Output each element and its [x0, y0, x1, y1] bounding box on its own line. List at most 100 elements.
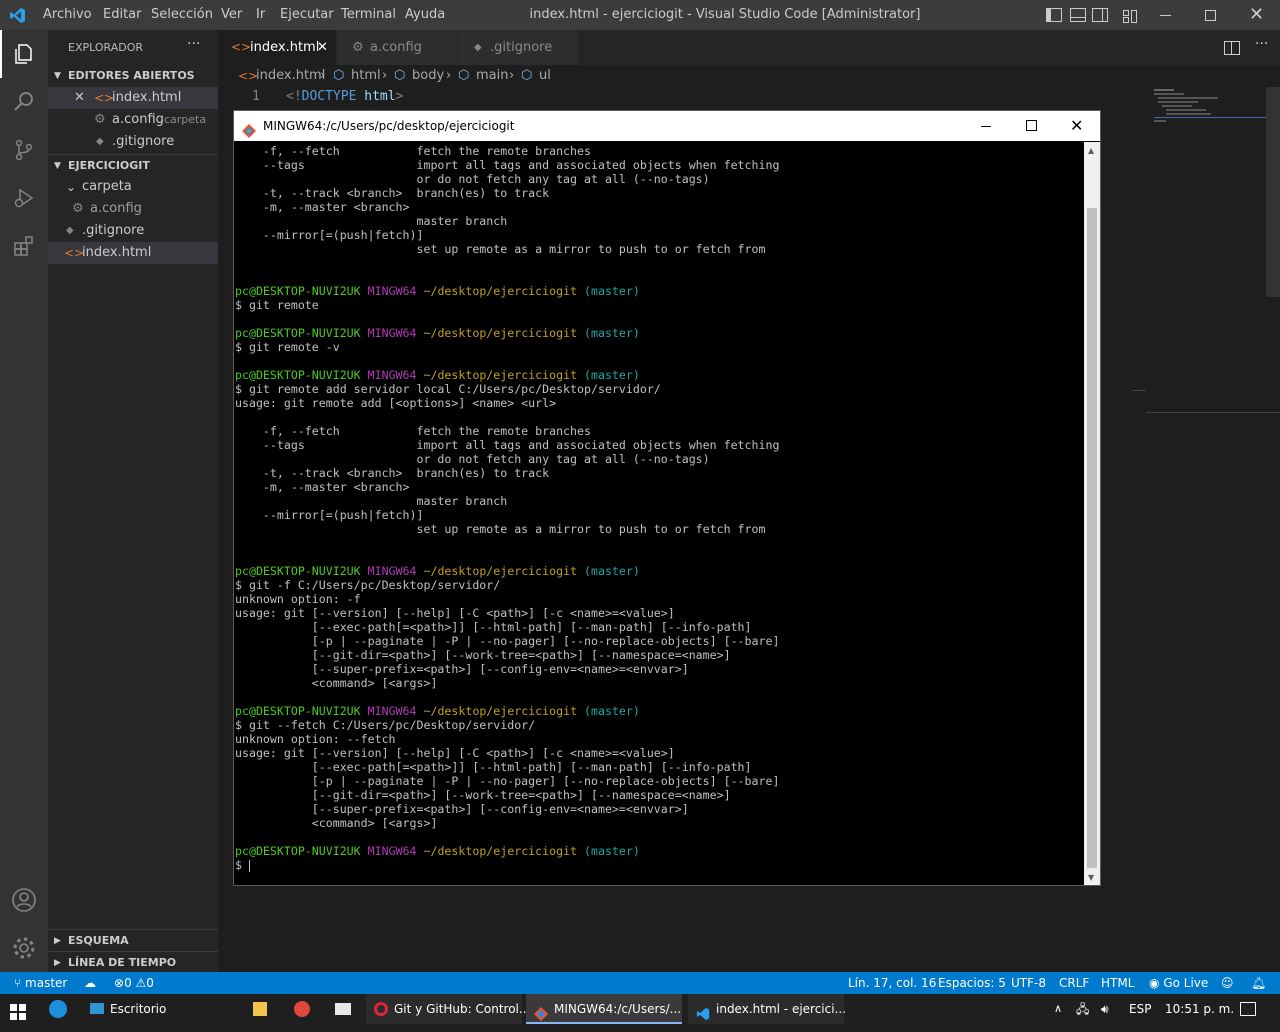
encoding[interactable]: UTF-8 — [1011, 972, 1046, 994]
tab-a-config[interactable]: ⚙ a.config — [337, 30, 457, 65]
menu-ir[interactable]: Ir — [256, 0, 265, 30]
tree-file-a-config[interactable]: ⚙ a.config — [48, 198, 218, 220]
settings-gear-icon[interactable] — [0, 924, 48, 972]
toggle-panel-icon[interactable] — [1070, 8, 1086, 22]
taskbar-opera-git-github[interactable]: Git y GitHub: Control... — [366, 994, 530, 1024]
folder-section-ejerciciogit[interactable]: ▼ EJERCICIOGIT — [48, 154, 218, 177]
clock[interactable]: 10:51 p. m. — [1165, 994, 1234, 1024]
scroll-up-icon[interactable]: ▲ — [1088, 146, 1094, 155]
more-actions-icon[interactable]: ··· — [187, 36, 200, 52]
accounts-icon[interactable] — [0, 876, 48, 924]
tree-file-gitignore[interactable]: ◆ .gitignore — [48, 220, 218, 242]
go-live-button[interactable]: ◉ Go Live — [1149, 972, 1208, 994]
menu-ayuda[interactable]: Ayuda — [405, 0, 445, 30]
minimize-icon[interactable] — [1160, 15, 1171, 16]
line-ending[interactable]: CRLF — [1059, 972, 1089, 994]
tab-gitignore[interactable]: ◆ .gitignore — [458, 30, 578, 65]
run-debug-icon[interactable] — [0, 174, 48, 222]
terminal-title-bar[interactable]: MINGW64:/c/Users/pc/desktop/ejerciciogit… — [234, 111, 1100, 141]
close-window-icon[interactable]: ✕ — [1249, 5, 1265, 25]
breadcrumb-item[interactable]: ul — [539, 65, 551, 87]
open-editor-a-config[interactable]: ⚙ a.config carpeta — [48, 109, 218, 131]
taskbar-label: Git y GitHub: Control... — [394, 1002, 531, 1016]
breadcrumb-item[interactable]: index.html — [256, 65, 325, 87]
branch-status[interactable]: ⑂ master — [14, 972, 67, 994]
prompt-segment: (master) — [584, 368, 640, 382]
terminal-output[interactable]: -f, --fetch fetch the remote branches --… — [235, 142, 1083, 885]
menu-editar[interactable]: Editar — [103, 0, 142, 30]
tab-index-html[interactable]: <> index.html ✕ — [218, 30, 336, 65]
customize-layout-icon[interactable] — [1123, 8, 1137, 23]
terminal-line: <command> [<args>] — [235, 676, 438, 690]
timeline-section[interactable]: ▶ LÍNEA DE TIEMPO — [48, 951, 218, 974]
volume-icon[interactable]: 🔊︎ — [1101, 994, 1109, 1024]
taskbar-escritorio[interactable]: Escritorio — [80, 994, 172, 1024]
scrollbar-thumb[interactable] — [1087, 208, 1097, 868]
minimap[interactable] — [1150, 87, 1266, 147]
search-icon[interactable] — [0, 78, 48, 126]
store-icon[interactable] — [253, 1002, 267, 1016]
open-editor-description: carpeta — [164, 113, 207, 126]
editor-scrollbar[interactable] — [1266, 87, 1280, 297]
close-tab-icon[interactable]: ✕ — [317, 30, 328, 65]
close-window-icon[interactable]: ✕ — [1070, 111, 1083, 141]
close-icon[interactable]: ✕ — [74, 87, 85, 109]
action-center-icon[interactable] — [1240, 1002, 1256, 1016]
chrome-icon[interactable] — [294, 1001, 310, 1017]
line-number: 1 — [252, 89, 260, 104]
menu-archivo[interactable]: Archivo — [43, 0, 92, 30]
mail-icon[interactable] — [335, 1003, 351, 1015]
terminal-window[interactable]: MINGW64:/c/Users/pc/desktop/ejerciciogit… — [233, 110, 1101, 886]
chevron-down-icon: ▼ — [54, 71, 61, 81]
more-actions-icon[interactable]: ··· — [1255, 36, 1268, 52]
breadcrumb-item[interactable]: body — [412, 65, 444, 87]
language-mode[interactable]: HTML — [1101, 972, 1134, 994]
input-language[interactable]: ESP — [1129, 994, 1151, 1024]
menu-terminal[interactable]: Terminal — [341, 0, 396, 30]
outline-section[interactable]: ▶ ESQUEMA — [48, 929, 218, 952]
show-hidden-icons-icon[interactable]: ∧ — [1054, 994, 1062, 1024]
prompt-segment — [577, 368, 584, 382]
split-editor-icon[interactable] — [1224, 41, 1240, 55]
open-editor-index-html[interactable]: ✕ <> index.html — [48, 87, 218, 109]
open-editors-section[interactable]: ▼ EDITORES ABIERTOS — [48, 65, 218, 87]
sync-icon[interactable]: ☁ — [84, 972, 96, 994]
taskbar-vscode[interactable]: index.html - ejercici... — [688, 994, 846, 1024]
prompt-segment: (master) — [584, 704, 640, 718]
menu-ver[interactable]: Ver — [221, 0, 242, 30]
prompt-segment — [577, 704, 584, 718]
problems-status[interactable]: ⊗0 ⚠0 — [114, 972, 154, 994]
tree-file-index-html[interactable]: <> index.html — [48, 242, 218, 264]
extensions-icon[interactable] — [0, 222, 48, 270]
restore-icon[interactable] — [1205, 10, 1216, 21]
menu-seleccion[interactable]: Selección — [151, 0, 213, 30]
terminal-line: --mirror[=(push|fetch)] — [235, 228, 424, 242]
notifications-bell-icon[interactable]: 🔔︎ — [1251, 972, 1266, 994]
taskbar-mingw64[interactable]: MINGW64:/c/Users/... — [526, 994, 682, 1024]
menu-ejecutar[interactable]: Ejecutar — [280, 0, 334, 30]
terminal-line: <command> [<args>] — [235, 816, 438, 830]
breadcrumb-item[interactable]: main — [476, 65, 508, 87]
indentation[interactable]: Espacios: 5 — [938, 972, 1006, 994]
prompt-segment: MINGW64 — [367, 844, 417, 858]
toggle-sidebar-icon[interactable] — [1046, 8, 1062, 22]
open-editor-gitignore[interactable]: ◆ .gitignore — [48, 131, 218, 153]
prompt-segment: pc@DESKTOP-NUVI2UK — [235, 704, 361, 718]
terminal-scrollbar[interactable]: ▲ ▼ — [1084, 142, 1100, 885]
minimize-icon[interactable] — [981, 126, 991, 127]
tree-folder-carpeta[interactable]: ⌄ carpeta — [48, 176, 218, 198]
windows-start-icon[interactable] — [10, 1001, 26, 1020]
gitignore-file-icon: ◆ — [474, 42, 482, 53]
scroll-down-icon[interactable]: ▼ — [1088, 873, 1094, 882]
prompt-segment: (master) — [584, 326, 640, 340]
explorer-icon[interactable] — [0, 30, 48, 78]
network-icon[interactable]: 🖧︎ — [1076, 994, 1089, 1024]
maximize-icon[interactable] — [1026, 120, 1037, 131]
breadcrumb-item[interactable]: html — [351, 65, 381, 87]
edge-browser-icon[interactable] — [49, 1000, 67, 1018]
cursor-position[interactable]: Lín. 17, col. 16 — [848, 972, 936, 994]
feedback-icon[interactable]: ☺ — [1221, 972, 1234, 994]
toggle-secondary-sidebar-icon[interactable] — [1092, 8, 1108, 22]
opera-icon — [374, 1002, 388, 1016]
source-control-icon[interactable] — [0, 126, 48, 174]
